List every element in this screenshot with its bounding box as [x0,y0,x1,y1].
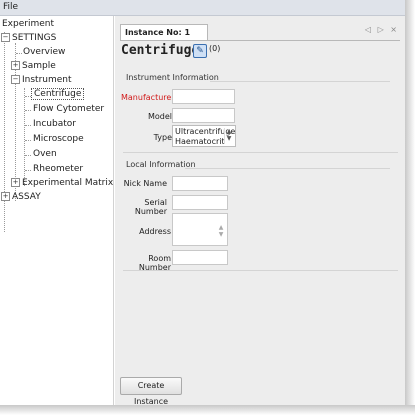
tree-item-experiment[interactable]: Experiment [2,19,54,29]
tree-connector [16,53,22,54]
section-heading: Instrument Information [126,73,219,82]
model-field[interactable] [172,108,235,123]
window-shadow [405,0,415,415]
tree-item-microscope[interactable]: Microscope [33,134,84,144]
address-label: Address [139,227,171,236]
tab-divider [120,40,400,41]
listbox-scroll[interactable]: ▲ ▼ [224,128,233,144]
tree-item-label: Centrifuge [31,88,85,100]
editor-panel: Instance No: 1 ◁ ▷ × Centrifuge ✎ (0) In… [115,16,405,406]
tree-connector [25,170,31,171]
tab-instance[interactable]: Instance No: 1 [120,24,208,40]
serial-number-field[interactable] [172,195,228,210]
tree-item-experimental-matrix[interactable]: + Experimental Matrix [11,178,113,188]
section-divider [123,152,398,153]
tree-item-label: ASSAY [12,192,41,202]
tree-item-settings[interactable]: − SETTINGS [1,33,56,43]
type-option[interactable]: Haematocrit [175,137,225,146]
tree-guide-line [4,32,5,232]
collapse-icon[interactable]: − [1,33,10,42]
expand-icon[interactable]: + [1,192,10,201]
serial-number-label: Serial Number [134,198,167,216]
tree-item-incubator[interactable]: Incubator [33,119,76,129]
type-listbox[interactable]: Ultracentrifuges Haematocrit ▲ ▼ [172,125,236,147]
tree-guide-line [24,88,25,186]
instance-count: (0) [209,44,221,53]
tree-item-flow-cytometer[interactable]: Flow Cytometer [33,104,104,114]
tree-connector [25,140,31,141]
address-scroll[interactable]: ▲ ▼ [217,224,225,240]
tree-item-rheometer[interactable]: Rheometer [33,164,83,174]
tree-item-label: Sample [22,61,56,71]
file-menu[interactable]: File [3,2,18,12]
tree-item-instrument[interactable]: − Instrument [11,75,72,85]
nickname-field[interactable] [172,176,228,191]
tree-item-centrifuge[interactable]: Centrifuge [31,88,85,100]
expand-icon[interactable]: + [11,61,20,70]
edit-icon[interactable]: ✎ [193,44,207,58]
room-number-field[interactable] [172,250,228,265]
type-label: Type [153,133,172,142]
section-divider [185,168,390,169]
section-divider [123,270,398,271]
tree-item-label: Experimental Matrix [22,178,114,188]
tree-item-oven[interactable]: Oven [33,149,57,159]
window-shadow [0,405,415,415]
tree-item-label: Instrument [22,75,72,85]
tree-item-label: SETTINGS [12,33,57,43]
collapse-icon[interactable]: − [11,75,20,84]
tree-item-sample[interactable]: + Sample [11,61,56,71]
model-label: Model [147,112,172,121]
nickname-label: Nick Name [123,179,167,188]
tab-controls[interactable]: ◁ ▷ × [365,25,399,34]
menu-bar: File [0,0,405,16]
page-title: Centrifuge [121,43,200,58]
section-divider [210,81,390,82]
expand-icon[interactable]: + [11,178,20,187]
manufacturer-label: Manufacturer [121,93,175,102]
tree-connector [25,125,31,126]
tree-connector [25,155,31,156]
manufacturer-field[interactable] [172,89,235,104]
tree-item-overview[interactable]: Overview [23,47,65,57]
tree-connector [25,110,31,111]
create-instance-button[interactable]: Create Instance [120,377,182,406]
tree-item-assay[interactable]: + ASSAY [1,192,41,202]
address-field[interactable]: ▲ ▼ [172,213,228,246]
navigation-tree: Experiment − SETTINGS Overview + Sample − I… [0,16,114,405]
